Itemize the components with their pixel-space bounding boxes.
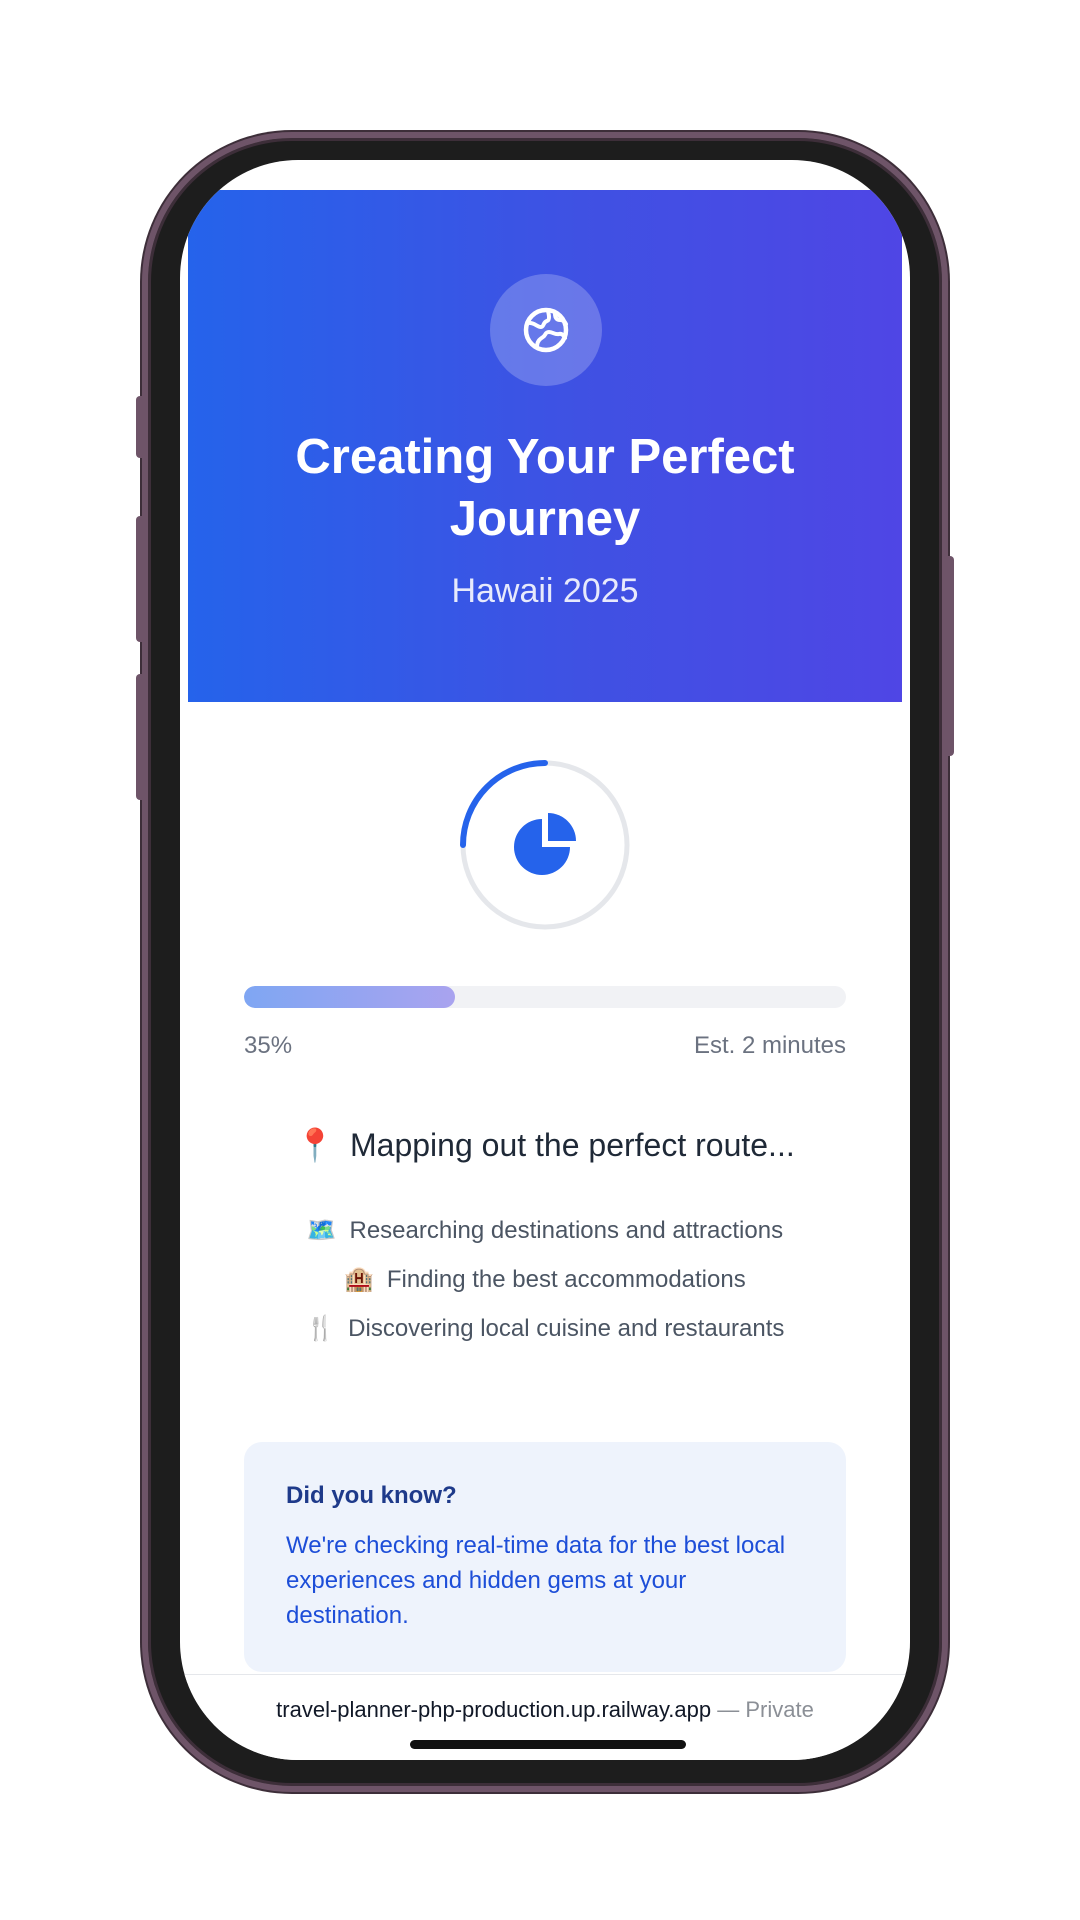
url-text: travel-planner-php-production.up.railway… <box>276 1697 712 1722</box>
privacy-label: — Private <box>711 1697 814 1722</box>
list-item: 🏨 Finding the best accommodations <box>180 1255 910 1304</box>
estimated-time: Est. 2 minutes <box>693 1032 846 1059</box>
progress-bar <box>244 986 846 1008</box>
url-display[interactable]: travel-planner-php-production.up.railway… <box>180 1697 910 1723</box>
trip-subtitle: Hawaii 2025 <box>451 572 639 610</box>
globe-icon <box>523 307 569 353</box>
step-text: Finding the best accommodations <box>386 1266 746 1293</box>
list-item: 🍴 Discovering local cuisine and restaura… <box>180 1304 910 1353</box>
step-text: Discovering local cuisine and restaurant… <box>348 1315 785 1342</box>
loading-spinner <box>460 760 630 930</box>
step-text: Researching destinations and attractions <box>349 1217 784 1244</box>
fork-knife-icon: 🍴 <box>305 1315 336 1342</box>
map-icon: 🗺️ <box>306 1217 337 1244</box>
volume-up-button <box>136 516 144 642</box>
did-you-know-card: Did you know? We're checking real-time d… <box>244 1442 846 1672</box>
globe-badge <box>490 274 602 386</box>
volume-down-button <box>136 674 144 800</box>
home-indicator[interactable] <box>410 1740 686 1749</box>
fact-text: We're checking real-time data for the be… <box>286 1532 786 1629</box>
progress-bar-fill <box>244 986 455 1008</box>
step-list: 🗺️ Researching destinations and attracti… <box>180 1206 910 1353</box>
page-title: Creating Your Perfect Journey <box>295 430 795 546</box>
pie-chart-icon <box>514 813 576 875</box>
fact-title: Did you know? <box>286 1482 457 1509</box>
power-button <box>946 556 954 756</box>
current-step-text: Mapping out the perfect route... <box>350 1127 795 1163</box>
progress-percent: 35% <box>244 1032 293 1059</box>
current-step: 📍 Mapping out the perfect route... <box>180 1126 910 1164</box>
mute-switch <box>136 396 144 458</box>
hotel-icon: 🏨 <box>344 1266 375 1293</box>
hero-header: Creating Your Perfect Journey Hawaii 202… <box>188 190 902 702</box>
pin-icon: 📍 <box>295 1127 336 1163</box>
phone-screen: Creating Your Perfect Journey Hawaii 202… <box>180 160 910 1760</box>
list-item: 🗺️ Researching destinations and attracti… <box>180 1206 910 1255</box>
